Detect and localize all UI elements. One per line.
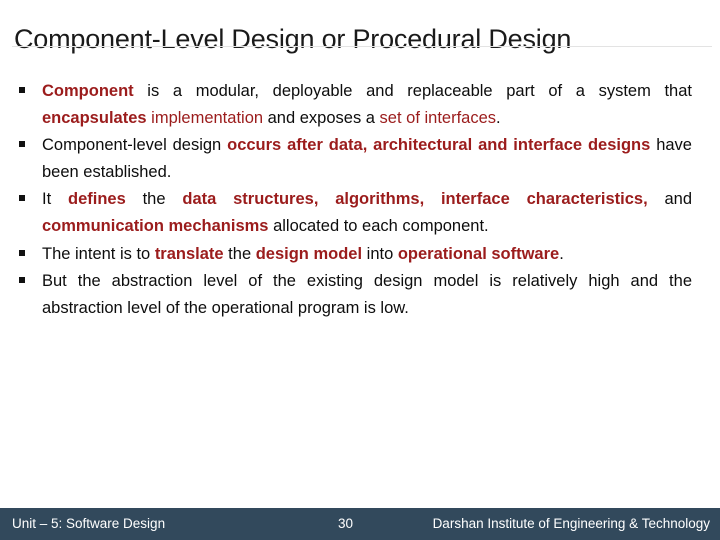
list-item: It defines the data structures, algorith… xyxy=(0,186,720,239)
text-run: the xyxy=(223,244,256,263)
list-item-text: Component-level design occurs after data… xyxy=(42,136,692,181)
list-item: Component is a modular, deployable and r… xyxy=(0,78,720,131)
text-run: set of interfaces xyxy=(379,108,497,127)
list-item-text: It defines the data structures, algorith… xyxy=(42,190,692,235)
text-run: operational software xyxy=(397,244,560,263)
list-item-text: But the abstraction level of the existin… xyxy=(42,272,692,317)
square-bullet-icon xyxy=(19,186,33,213)
text-run: It xyxy=(42,190,68,209)
footer-institute-label: Darshan Institute of Engineering & Techn… xyxy=(432,516,710,531)
title-divider xyxy=(12,46,712,47)
text-run: allocated to each component. xyxy=(268,216,489,235)
square-bullet-icon xyxy=(19,78,33,105)
list-item: Component-level design occurs after data… xyxy=(0,132,720,185)
text-run: The intent is to xyxy=(42,244,155,263)
title-area: Component-Level Design or Procedural Des… xyxy=(0,22,720,68)
text-run: data structures, algorithms, interface c… xyxy=(182,190,648,209)
text-run: translate xyxy=(154,244,224,263)
square-bullet-icon xyxy=(19,132,33,159)
text-run: into xyxy=(362,244,398,263)
text-run: and xyxy=(647,190,693,209)
text-run: . xyxy=(559,244,564,263)
list-item-text: The intent is to translate the design mo… xyxy=(42,245,564,263)
text-run: . xyxy=(496,108,501,127)
footer-page-number: 30 xyxy=(338,516,354,531)
slide-footer: Unit – 5: Software Design 30 Darshan Ins… xyxy=(0,508,720,540)
text-run: and exposes a xyxy=(263,108,380,127)
square-bullet-icon xyxy=(19,268,33,295)
list-item: The intent is to translate the design mo… xyxy=(0,241,720,268)
text-run: occurs after data, architectural and int… xyxy=(227,136,651,155)
page-title: Component-Level Design or Procedural Des… xyxy=(14,24,572,54)
text-run: defines xyxy=(68,190,126,209)
list-item-text: Component is a modular, deployable and r… xyxy=(42,82,692,127)
footer-unit-label: Unit – 5: Software Design xyxy=(12,516,166,531)
list-item: But the abstraction level of the existin… xyxy=(0,268,720,321)
text-run: encapsulates xyxy=(42,108,147,127)
bullet-list: Component is a modular, deployable and r… xyxy=(0,78,720,322)
text-run: the xyxy=(125,190,183,209)
text-run: design model xyxy=(255,244,363,263)
text-run: communication mechanisms xyxy=(42,216,269,235)
text-run: implementation xyxy=(151,108,264,127)
slide: Component-Level Design or Procedural Des… xyxy=(0,0,720,540)
text-run: Component-level design xyxy=(42,136,228,155)
text-run: But the abstraction level of the existin… xyxy=(42,272,692,317)
square-bullet-icon xyxy=(19,241,33,268)
text-run: Component xyxy=(42,82,134,100)
text-run: is a modular, deployable and replaceable… xyxy=(133,82,692,100)
